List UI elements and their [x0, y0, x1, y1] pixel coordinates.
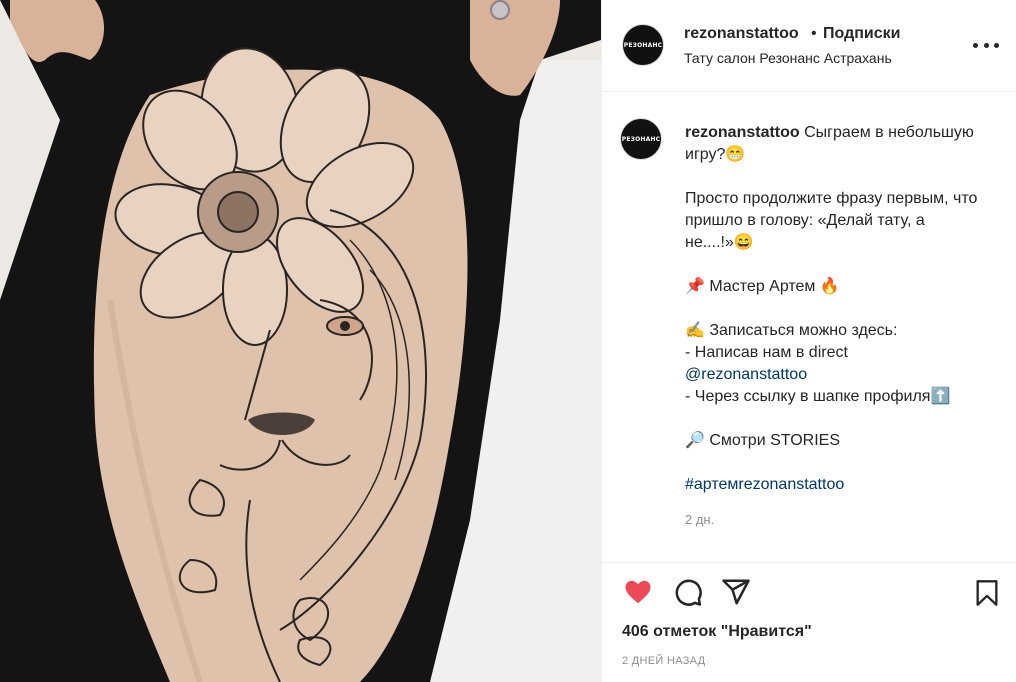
caption-username[interactable]: rezonanstattoo — [685, 124, 800, 141]
post-sidebar: РЕЗОНАНС rezonanstattoo • Подписки Тату … — [601, 0, 1016, 682]
caption-line-2: Просто продолжите фразу первым, что приш… — [685, 190, 978, 251]
location-link[interactable]: Тату салон Резонанс Астрахань — [684, 50, 892, 66]
caption-line-6: - Через ссылку в шапке профиля⬆️ — [685, 388, 951, 405]
caption-time: 2 дн. — [685, 512, 715, 527]
caption-line-4: ✍️ Записаться можно здесь: — [685, 322, 898, 339]
comments-area: РЕЗОНАНС rezonanstattoo Сыграем в неболь… — [602, 92, 1016, 562]
mention-link[interactable]: @rezonanstattoo — [685, 366, 807, 383]
post-header: РЕЗОНАНС rezonanstattoo • Подписки Тату … — [602, 0, 1016, 92]
share-icon[interactable] — [720, 577, 752, 607]
following-button[interactable]: Подписки — [823, 25, 900, 43]
heart-icon[interactable] — [622, 577, 654, 607]
bookmark-icon[interactable] — [973, 577, 1001, 609]
avatar-logo-text: РЕЗОНАНС — [621, 135, 661, 143]
author-username[interactable]: rezonanstattoo — [684, 25, 799, 43]
more-options-icon[interactable] — [973, 35, 999, 55]
caption-line-3: 📌 Мастер Артем 🔥 — [685, 278, 840, 295]
comment-icon[interactable] — [672, 577, 704, 607]
header-separator: • — [811, 25, 817, 42]
author-avatar[interactable]: РЕЗОНАНС — [622, 24, 664, 66]
posted-time: 2 ДНЕЙ НАЗАД — [622, 655, 706, 667]
post-caption: rezonanstattoo Сыграем в небольшую игру?… — [685, 122, 985, 496]
hashtag-link[interactable]: #артемrezonanstattoo — [685, 476, 844, 493]
post-photo[interactable] — [0, 0, 601, 682]
likes-count[interactable]: 406 отметок "Нравится" — [622, 623, 812, 641]
tattoo-illustration — [0, 0, 601, 682]
instagram-post-modal: РЕЗОНАНС rezonanstattoo • Подписки Тату … — [0, 0, 1016, 682]
caption-line-5: - Написав нам в direct — [685, 344, 848, 361]
avatar-logo-text: РЕЗОНАНС — [623, 41, 663, 49]
post-actions: 406 отметок "Нравится" 2 ДНЕЙ НАЗАД — [602, 562, 1016, 682]
caption-line-7: 🔎 Смотри STORIES — [685, 432, 841, 449]
caption-avatar[interactable]: РЕЗОНАНС — [620, 118, 662, 160]
